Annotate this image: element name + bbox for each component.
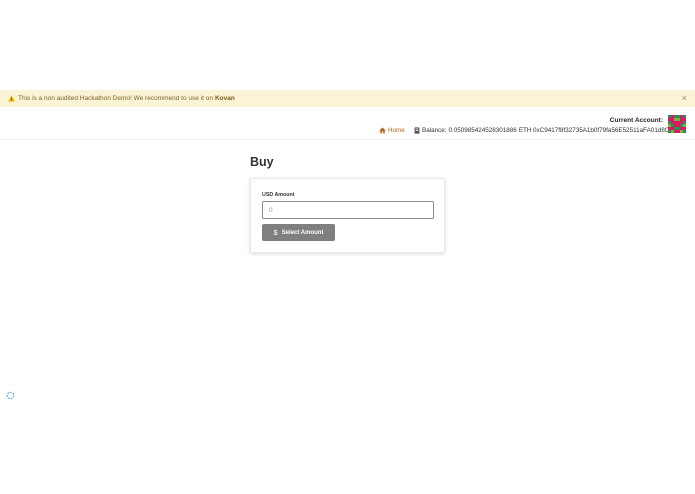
- balance-value: 0.050985424528301886: [448, 127, 517, 134]
- banner-network: Kovan: [214, 95, 235, 102]
- warning-icon: [8, 95, 15, 102]
- account-avatar: [668, 115, 686, 133]
- wallet-icon: [414, 127, 420, 134]
- select-amount-label: Select Amount: [281, 229, 324, 236]
- balance-display: Balance: 0.050985424528301886 ETH: [414, 127, 531, 134]
- home-icon: [379, 127, 386, 134]
- header: Home Balance: 0.050985424528301886 ETH 0…: [0, 107, 695, 140]
- account-title: Current Account:: [609, 117, 663, 124]
- page-title: Buy: [250, 155, 274, 169]
- banner-close-button[interactable]: ×: [682, 93, 687, 103]
- banner-text: This is a non audited Hackathon Demo! We…: [18, 95, 213, 102]
- buy-card: USD Amount $ Select Amount: [250, 178, 445, 253]
- account-address: 0xC9417f8f32735A1b0f79fa56E52511aFA01d8C…: [533, 127, 677, 134]
- usd-amount-label: USD Amount: [262, 192, 295, 198]
- nav-home-label: Home: [388, 127, 405, 134]
- nav-home-link[interactable]: Home: [379, 127, 405, 134]
- dollar-icon: $: [273, 228, 278, 237]
- balance-prefix: Balance:: [422, 127, 447, 134]
- balance-unit: ETH: [518, 127, 532, 134]
- warning-banner: This is a non audited Hackathon Demo! We…: [0, 90, 695, 107]
- loading-spinner-icon: [6, 391, 15, 400]
- usd-amount-input[interactable]: [262, 201, 434, 219]
- select-amount-button[interactable]: $ Select Amount: [262, 224, 335, 241]
